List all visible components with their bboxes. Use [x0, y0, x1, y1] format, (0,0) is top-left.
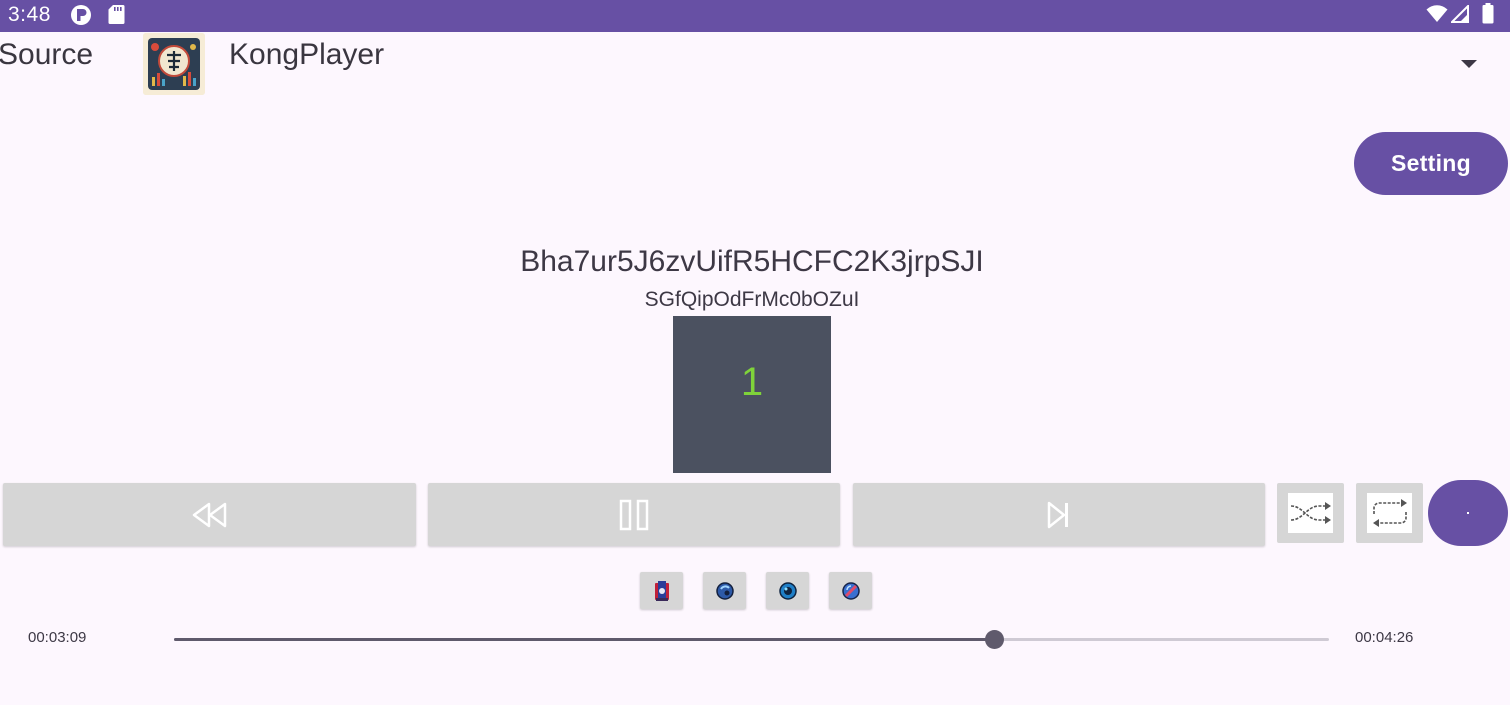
source-label[interactable]: Source: [0, 38, 93, 72]
wifi-icon: [1426, 5, 1448, 23]
effect-button-3[interactable]: [766, 572, 809, 609]
effect-button-1[interactable]: [640, 572, 683, 609]
shuffle-button[interactable]: [1277, 483, 1344, 543]
cover-number: 1: [740, 360, 764, 404]
repeat-icon: [1372, 499, 1407, 527]
track-subtitle: SGfQipOdFrMc0bOZuI: [644, 288, 860, 311]
total-time: 00:04:26: [1355, 629, 1414, 646]
round-action-button[interactable]: [1428, 480, 1508, 546]
sd-card-icon: [108, 4, 125, 25]
pause-button[interactable]: [428, 483, 840, 546]
setting-button[interactable]: Setting: [1354, 132, 1508, 195]
pause-icon: [619, 499, 649, 530]
next-button[interactable]: [853, 483, 1265, 546]
status-bar: 3:48: [0, 0, 1510, 32]
elapsed-time: 00:03:09: [28, 629, 87, 646]
rewind-button[interactable]: [3, 483, 416, 546]
skip-next-icon: [1047, 501, 1068, 528]
effect-button-4[interactable]: [829, 572, 872, 609]
seek-bar-thumb[interactable]: [985, 630, 1004, 649]
shuffle-icon: [1290, 502, 1331, 524]
app-logo-icon: [143, 33, 205, 95]
effect-3-icon: [778, 581, 797, 600]
round-button-dot: [1467, 512, 1469, 514]
album-cover: 1: [673, 316, 831, 473]
dropdown-arrow-icon[interactable]: [1458, 56, 1480, 70]
effect-button-2[interactable]: [703, 572, 746, 609]
battery-icon: [1482, 3, 1494, 24]
seek-bar-progress: [174, 638, 995, 641]
track-title: Bha7ur5J6zvUifR5HCFC2K3jrpSJI: [520, 245, 984, 278]
repeat-button[interactable]: [1356, 483, 1423, 543]
notification-badge-icon: [70, 4, 92, 26]
status-time: 3:48: [8, 3, 51, 26]
effect-2-icon: [715, 581, 734, 600]
effect-4-icon: [841, 581, 860, 600]
app-title: KongPlayer: [229, 38, 385, 71]
signal-icon: [1451, 5, 1470, 23]
seek-bar[interactable]: [174, 630, 1329, 649]
rewind-icon: [192, 502, 226, 527]
effect-1-icon: [654, 580, 669, 601]
